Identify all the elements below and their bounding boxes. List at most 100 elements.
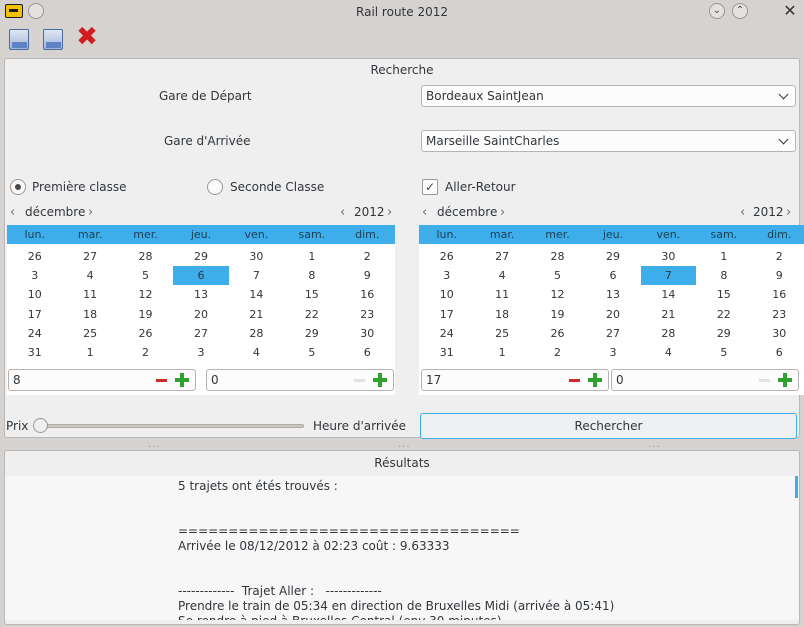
calendar-day[interactable]: 16	[752, 285, 804, 304]
calendar-day[interactable]: 5	[530, 266, 585, 285]
calendar-day[interactable]: 13	[585, 285, 640, 304]
calendar-day[interactable]: 10	[419, 285, 474, 304]
calendar-day[interactable]: 26	[7, 247, 62, 266]
year-label[interactable]: 2012	[753, 205, 784, 223]
calendar-day[interactable]: 9	[340, 266, 395, 285]
calendar-day[interactable]: 4	[474, 266, 529, 285]
calendar-day[interactable]: 23	[752, 305, 804, 324]
round-trip-checkbox[interactable]: ✓	[422, 179, 438, 195]
new-document-button[interactable]	[7, 28, 31, 52]
calendar-day[interactable]: 14	[641, 285, 696, 304]
calendar-day[interactable]: 5	[696, 343, 751, 362]
delete-button[interactable]: ✖	[75, 24, 99, 52]
calendar-day[interactable]: 29	[284, 324, 339, 343]
calendar-day[interactable]: 1	[696, 247, 751, 266]
calendar-day[interactable]: 5	[284, 343, 339, 362]
minus-icon[interactable]	[569, 379, 580, 382]
calendar-day[interactable]: 1	[474, 343, 529, 362]
maximize-button[interactable]: ⌃	[732, 3, 748, 19]
calendar-day[interactable]: 21	[641, 305, 696, 324]
calendar-day[interactable]: 20	[173, 305, 228, 324]
calendar-day[interactable]: 27	[474, 247, 529, 266]
calendar-day[interactable]: 2	[752, 247, 804, 266]
calendar-day[interactable]: 7	[640, 266, 697, 286]
minus-icon[interactable]	[156, 379, 167, 382]
calendar-day[interactable]: 4	[229, 343, 284, 362]
calendar-day[interactable]: 27	[585, 324, 640, 343]
calendar-day[interactable]: 20	[585, 305, 640, 324]
month-label[interactable]: décembre	[25, 205, 85, 223]
calendar-day[interactable]: 6	[173, 266, 229, 286]
first-class-radio[interactable]	[10, 179, 26, 195]
calendar-day[interactable]: 26	[118, 324, 173, 343]
next-year-icon[interactable]: ›	[786, 205, 791, 220]
calendar-day[interactable]: 27	[62, 247, 117, 266]
month-label[interactable]: décembre	[437, 205, 497, 223]
calendar-day[interactable]: 29	[585, 247, 640, 266]
calendar-day[interactable]: 2	[530, 343, 585, 362]
prev-month-icon[interactable]: ‹	[10, 205, 15, 220]
plus-icon[interactable]	[778, 373, 792, 387]
calendar-day[interactable]: 13	[173, 285, 228, 304]
calendar-day[interactable]: 28	[118, 247, 173, 266]
calendar-day[interactable]: 26	[530, 324, 585, 343]
scrollbar[interactable]	[795, 476, 798, 498]
calendar-day[interactable]: 8	[696, 266, 751, 285]
splitter-handle[interactable]: ...	[398, 439, 411, 450]
prev-year-icon[interactable]: ‹	[740, 205, 745, 220]
calendar-day[interactable]: 11	[474, 285, 529, 304]
calendar-day[interactable]: 2	[340, 247, 395, 266]
second-class-label[interactable]: Seconde Classe	[230, 180, 324, 194]
minimize-button[interactable]: ⌄	[709, 3, 725, 19]
plus-icon[interactable]	[175, 373, 189, 387]
calendar-day[interactable]: 30	[641, 247, 696, 266]
results-text-area[interactable]: 5 trajets ont étés trouvés : ============…	[5, 476, 799, 620]
calendar-day[interactable]: 3	[7, 266, 62, 285]
calendar-day[interactable]: 2	[118, 343, 173, 362]
calendar-day[interactable]: 26	[419, 247, 474, 266]
open-document-button[interactable]	[41, 28, 65, 52]
calendar-day[interactable]: 29	[173, 247, 228, 266]
calendar-day[interactable]: 3	[173, 343, 228, 362]
calendar-day[interactable]: 28	[530, 247, 585, 266]
calendar-day[interactable]: 24	[7, 324, 62, 343]
departure-select[interactable]: Bordeaux SaintJean	[421, 85, 796, 107]
next-year-icon[interactable]: ›	[387, 205, 392, 220]
next-month-icon[interactable]: ›	[500, 205, 505, 220]
calendar-day[interactable]: 6	[585, 266, 640, 285]
calendar-day[interactable]: 4	[641, 343, 696, 362]
calendar-day[interactable]: 30	[752, 324, 804, 343]
calendar-day[interactable]: 23	[340, 305, 395, 324]
plus-icon[interactable]	[373, 373, 387, 387]
calendar-day[interactable]: 28	[229, 324, 284, 343]
calendar-day[interactable]: 1	[284, 247, 339, 266]
calendar-day[interactable]: 24	[419, 324, 474, 343]
calendar-day[interactable]: 5	[118, 266, 173, 285]
calendar-day[interactable]: 30	[340, 324, 395, 343]
calendar-day[interactable]: 15	[284, 285, 339, 304]
year-label[interactable]: 2012	[354, 205, 385, 223]
slider-handle[interactable]	[33, 418, 48, 433]
prev-year-icon[interactable]: ‹	[340, 205, 345, 220]
calendar-day[interactable]: 22	[284, 305, 339, 324]
calendar-day[interactable]: 25	[474, 324, 529, 343]
splitter-handle[interactable]: ...	[148, 439, 161, 450]
second-class-radio[interactable]	[207, 179, 223, 195]
calendar-day[interactable]: 28	[641, 324, 696, 343]
departure-hour-spinbox[interactable]: 8	[8, 369, 196, 391]
calendar-day[interactable]: 27	[173, 324, 228, 343]
calendar-day[interactable]: 18	[474, 305, 529, 324]
calendar-day[interactable]: 11	[62, 285, 117, 304]
prev-month-icon[interactable]: ‹	[422, 205, 427, 220]
calendar-day[interactable]: 7	[229, 266, 284, 285]
arrival-select[interactable]: Marseille SaintCharles	[421, 130, 796, 152]
calendar-day[interactable]: 17	[419, 305, 474, 324]
calendar-day[interactable]: 3	[585, 343, 640, 362]
calendar-day[interactable]: 14	[229, 285, 284, 304]
calendar-day[interactable]: 21	[229, 305, 284, 324]
plus-icon[interactable]	[588, 373, 602, 387]
calendar-day[interactable]: 12	[118, 285, 173, 304]
calendar-day[interactable]: 6	[752, 343, 804, 362]
calendar-day[interactable]: 18	[62, 305, 117, 324]
calendar-day[interactable]: 17	[7, 305, 62, 324]
